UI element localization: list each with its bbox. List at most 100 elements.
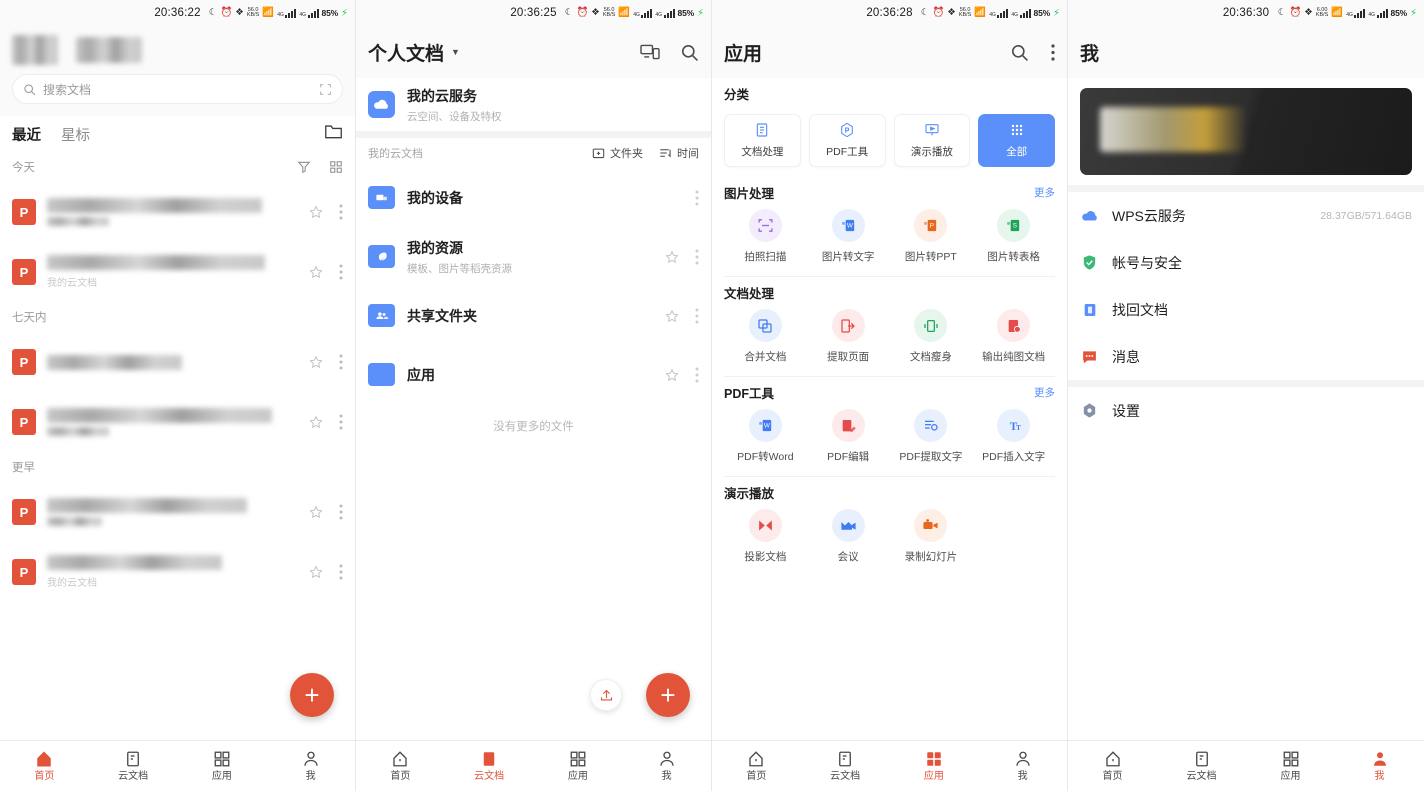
search-icon[interactable]	[680, 43, 699, 62]
sidebar-item-home[interactable]: 首页	[356, 750, 445, 782]
table-row[interactable]: P	[0, 332, 355, 392]
star-icon[interactable]	[665, 368, 679, 382]
app-slim-doc[interactable]: 文档瘦身	[890, 309, 973, 364]
app-pdf-extract-text[interactable]: PDF提取文字	[890, 409, 973, 464]
page-title[interactable]: 个人文档	[368, 39, 444, 66]
avatar-redacted[interactable]	[12, 35, 58, 65]
more-icon[interactable]	[339, 564, 343, 580]
sidebar-item-home[interactable]: 首页	[0, 750, 89, 782]
category-doc-processing[interactable]: 文档处理	[724, 114, 801, 167]
more-icon[interactable]	[339, 204, 343, 220]
app-extract-page[interactable]: 提取页面	[807, 309, 890, 364]
sidebar-item-me[interactable]: 我	[622, 750, 711, 782]
cloud-service-subtitle: 云空间、设备及特权	[407, 109, 502, 124]
search-input[interactable]: 搜索文档	[12, 74, 343, 104]
grid-view-icon[interactable]	[329, 160, 343, 174]
sidebar-item-home[interactable]: 首页	[1068, 750, 1157, 782]
list-item[interactable]: 我的设备	[356, 168, 711, 227]
list-item[interactable]: 应用	[356, 345, 711, 404]
breadcrumb[interactable]: 我的云文档	[368, 145, 423, 161]
more-icon[interactable]	[695, 190, 699, 206]
home-header	[0, 26, 355, 74]
more-icon[interactable]	[695, 367, 699, 383]
tab-recent[interactable]: 最近	[12, 124, 41, 145]
app-pdf-insert-text[interactable]: TT PDF插入文字	[972, 409, 1055, 464]
list-item[interactable]: 共享文件夹	[356, 286, 711, 345]
sidebar-item-clouddoc[interactable]: 云文档	[445, 750, 534, 782]
sidebar-item-me[interactable]: 我	[978, 750, 1067, 782]
star-icon[interactable]	[665, 309, 679, 323]
star-icon[interactable]	[665, 250, 679, 264]
more-link[interactable]: 更多	[1034, 385, 1055, 400]
app-pic-to-text[interactable]: W 图片转文字	[807, 209, 890, 264]
app-meeting[interactable]: 会议	[807, 509, 890, 564]
app-record-slide[interactable]: 录制幻灯片	[890, 509, 973, 564]
menu-item-settings[interactable]: 设置	[1068, 387, 1424, 434]
search-icon[interactable]	[1010, 43, 1029, 62]
category-presentation[interactable]: 演示播放	[894, 114, 971, 167]
star-icon[interactable]	[309, 565, 323, 579]
star-icon[interactable]	[309, 415, 323, 429]
upload-fab[interactable]	[590, 679, 622, 711]
star-icon[interactable]	[309, 265, 323, 279]
table-row[interactable]: P	[0, 182, 355, 242]
sidebar-item-clouddoc[interactable]: 云文档	[801, 750, 890, 782]
more-icon[interactable]	[339, 264, 343, 280]
group-title: PDF工具	[724, 383, 774, 402]
category-all[interactable]: 全部	[978, 114, 1055, 167]
more-icon[interactable]	[1051, 44, 1055, 61]
folder-button[interactable]	[324, 123, 343, 145]
more-icon[interactable]	[339, 504, 343, 520]
app-pdf-edit[interactable]: PDF编辑	[807, 409, 890, 464]
table-row[interactable]: P	[0, 482, 355, 542]
app-project-doc[interactable]: 投影文档	[724, 509, 807, 564]
category-pdf-tools[interactable]: PDF工具	[809, 114, 886, 167]
sidebar-item-clouddoc[interactable]: 云文档	[89, 750, 178, 782]
app-pdf-to-word[interactable]: W PDF转Word	[724, 409, 807, 464]
table-row[interactable]: P	[0, 392, 355, 452]
more-link[interactable]: 更多	[1034, 185, 1055, 200]
upload-icon	[599, 688, 614, 703]
app-scan[interactable]: 拍照扫描	[724, 209, 807, 264]
star-icon[interactable]	[309, 205, 323, 219]
sidebar-item-apps[interactable]: 应用	[178, 750, 267, 782]
app-pic-to-ppt[interactable]: P 图片转PPT	[890, 209, 973, 264]
tab-starred[interactable]: 星标	[61, 124, 90, 145]
table-row[interactable]: P 我的云文档	[0, 542, 355, 602]
sidebar-item-home[interactable]: 首页	[712, 750, 801, 782]
menu-item-account-security[interactable]: 帐号与安全	[1068, 239, 1424, 286]
create-fab[interactable]: +	[290, 673, 334, 717]
sidebar-item-clouddoc[interactable]: 云文档	[1157, 750, 1246, 782]
menu-item-recover-doc[interactable]: 找回文档	[1068, 286, 1424, 333]
cast-device-icon[interactable]	[640, 43, 660, 61]
chevron-down-icon[interactable]: ▼	[451, 47, 460, 57]
promo-banner[interactable]	[1080, 88, 1412, 175]
app-image-doc[interactable]: 输出纯图文档	[972, 309, 1055, 364]
star-icon[interactable]	[309, 355, 323, 369]
filter-icon[interactable]	[297, 160, 311, 174]
sidebar-item-apps[interactable]: 应用	[1246, 750, 1335, 782]
sidebar-item-me[interactable]: 我	[266, 750, 355, 782]
table-row[interactable]: P 我的云文档	[0, 242, 355, 302]
create-fab[interactable]: +	[646, 673, 690, 717]
app-merge-doc[interactable]: 合并文档	[724, 309, 807, 364]
moon-icon: ☾	[921, 8, 930, 18]
sidebar-item-me[interactable]: 我	[1335, 750, 1424, 782]
cloud-service-row[interactable]: 我的云服务 云空间、设备及特权	[356, 78, 711, 131]
list-item[interactable]: 我的资源 模板、图片等稻壳资源	[356, 227, 711, 286]
menu-item-cloud-service[interactable]: WPS云服务 28.37GB/571.64GB	[1068, 192, 1424, 239]
new-folder-button[interactable]: 文件夹	[592, 145, 643, 161]
more-icon[interactable]	[339, 354, 343, 370]
sort-button[interactable]: 时间	[659, 145, 699, 161]
app-pic-to-table[interactable]: S 图片转表格	[972, 209, 1055, 264]
sidebar-item-apps[interactable]: 应用	[534, 750, 623, 782]
message-icon	[1080, 347, 1099, 366]
sidebar-item-apps[interactable]: 应用	[890, 750, 979, 782]
more-icon[interactable]	[695, 308, 699, 324]
more-icon[interactable]	[339, 414, 343, 430]
star-icon[interactable]	[309, 505, 323, 519]
more-icon[interactable]	[695, 249, 699, 265]
shield-icon	[1080, 253, 1099, 272]
scan-icon[interactable]	[319, 83, 332, 96]
menu-item-messages[interactable]: 消息	[1068, 333, 1424, 380]
